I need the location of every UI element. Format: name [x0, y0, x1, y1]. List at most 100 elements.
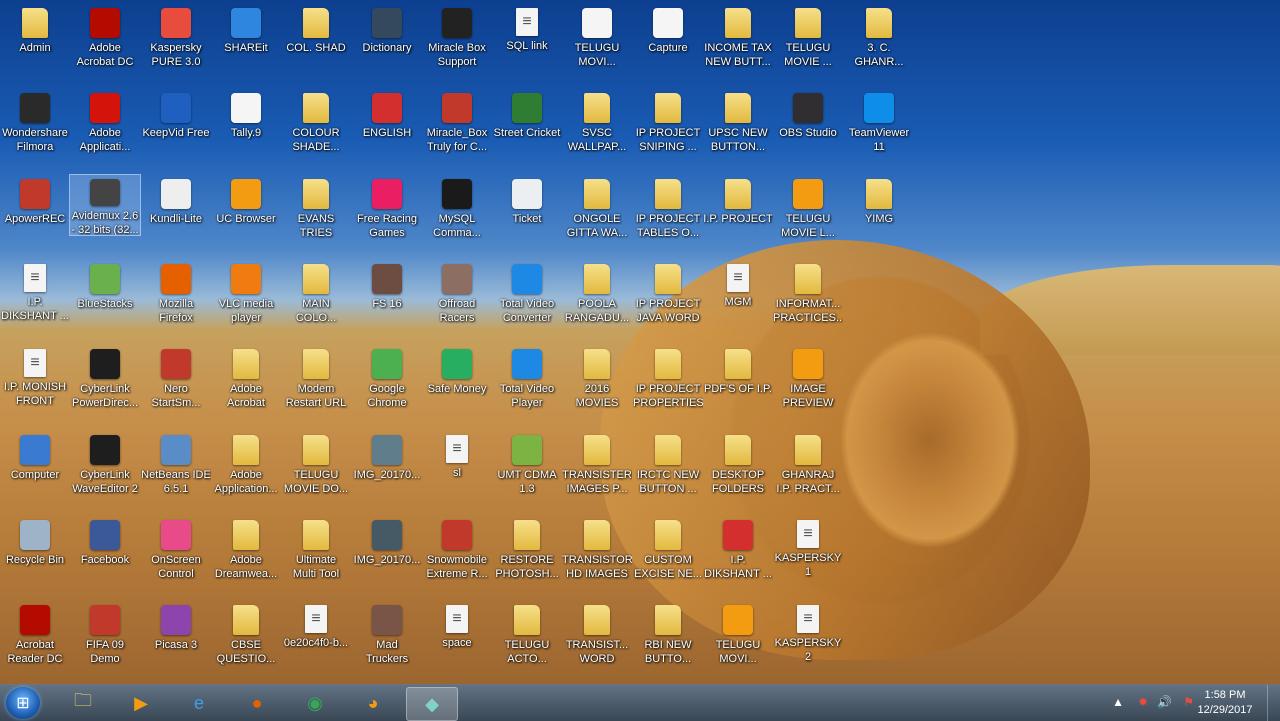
- desktop-icon[interactable]: POOLA RANGADU...: [562, 260, 632, 340]
- desktop-icon[interactable]: Admin: [0, 4, 70, 84]
- desktop-icon[interactable]: CyberLink PowerDirec...: [70, 345, 140, 425]
- desktop-icon[interactable]: TRANSISTER IMAGES P...: [562, 431, 632, 511]
- desktop-icon[interactable]: FS 16: [352, 260, 422, 340]
- desktop-icon[interactable]: ≡ 0e20c4f0-b...: [281, 601, 351, 681]
- desktop-icon[interactable]: Tally.9: [211, 89, 281, 169]
- desktop-icon[interactable]: 3. C. GHANR...: [844, 4, 914, 84]
- desktop-icon[interactable]: 2016 MOVIES WALLPAPE...: [562, 345, 632, 425]
- desktop-icon[interactable]: IMG_20170...: [352, 516, 422, 596]
- desktop-icon[interactable]: GHANRAJ I.P. PRACT...: [773, 431, 843, 511]
- desktop-icon[interactable]: COL. SHAD: [281, 4, 351, 84]
- taskbar-button[interactable]: ◉: [290, 687, 340, 719]
- desktop-icon[interactable]: CBSE QUESTIO...: [211, 601, 281, 681]
- desktop-icon[interactable]: Kundli-Lite: [141, 175, 211, 255]
- desktop-icon[interactable]: BlueStacks: [70, 260, 140, 340]
- taskbar-button[interactable]: e: [174, 687, 224, 719]
- desktop-icon[interactable]: Ultimate Multi Tool: [281, 516, 351, 596]
- taskbar-button[interactable]: ▶: [116, 687, 166, 719]
- desktop-icon[interactable]: Adobe Acrobat DC: [70, 4, 140, 84]
- desktop-icon[interactable]: ApowerREC: [0, 175, 70, 255]
- show-hidden-icons-icon[interactable]: ▲: [1112, 695, 1124, 709]
- desktop-icon[interactable]: ONGOLE GITTA WA...: [562, 175, 632, 255]
- desktop-icon[interactable]: MySQL Comma...: [422, 175, 492, 255]
- desktop-icon[interactable]: PDF'S OF I.P.: [703, 345, 773, 425]
- desktop-icon[interactable]: Adobe Applicati...: [70, 89, 140, 169]
- desktop-icon[interactable]: INCOME TAX NEW BUTT...: [703, 4, 773, 84]
- desktop-icon[interactable]: ≡ I.P. DIKSHANT ...: [0, 260, 70, 340]
- desktop-icon[interactable]: NetBeans IDE 6.5.1: [141, 431, 211, 511]
- desktop-icon[interactable]: Ticket: [492, 175, 562, 255]
- desktop-icon[interactable]: ≡ MGM: [703, 260, 773, 340]
- taskbar-button[interactable]: 🗀: [58, 687, 108, 719]
- desktop-icon[interactable]: RBI NEW BUTTO...: [633, 601, 703, 681]
- desktop-icon[interactable]: Total Video Converter: [492, 260, 562, 340]
- desktop-icon[interactable]: TELUGU ACTO...: [492, 601, 562, 681]
- desktop-icon[interactable]: EVANS TRIES AN O-LEVE...: [281, 175, 351, 255]
- desktop-icon[interactable]: Miracle Box Support: [422, 4, 492, 84]
- desktop-icon[interactable]: ENGLISH: [352, 89, 422, 169]
- desktop-icon[interactable]: TELUGU MOVI...: [562, 4, 632, 84]
- desktop-icon[interactable]: OBS Studio: [773, 89, 843, 169]
- desktop-icon[interactable]: Snowmobile Extreme R...: [422, 516, 492, 596]
- desktop-icon[interactable]: Google Chrome: [352, 345, 422, 425]
- desktop-icon[interactable]: IP PROJECT SNIPING ...: [633, 89, 703, 169]
- desktop-icon[interactable]: ≡ I.P. MONISH FRONT PAGE: [0, 345, 70, 425]
- desktop-icon[interactable]: UMT CDMA 1.3: [492, 431, 562, 511]
- desktop-icon[interactable]: Adobe Acrobat: [211, 345, 281, 425]
- desktop-icon[interactable]: IMG_20170...: [352, 431, 422, 511]
- tray-app-icon[interactable]: ✸: [1138, 695, 1148, 709]
- show-desktop-button[interactable]: [1267, 685, 1280, 721]
- taskbar-button[interactable]: ◆: [406, 687, 458, 721]
- desktop-icon[interactable]: I.P. PROJECT: [703, 175, 773, 255]
- desktop-icon[interactable]: Miracle_Box Truly for C...: [422, 89, 492, 169]
- desktop-icon[interactable]: UC Browser: [211, 175, 281, 255]
- desktop-icon[interactable]: YIMG: [844, 175, 914, 255]
- desktop-icon[interactable]: UPSC NEW BUTTON...: [703, 89, 773, 169]
- desktop-icon[interactable]: ≡ KASPERSKY 2: [773, 601, 843, 681]
- desktop-icon[interactable]: I.P. DIKSHANT ...: [703, 516, 773, 596]
- desktop-icon[interactable]: TELUGU MOVIE DO...: [281, 431, 351, 511]
- desktop-icon[interactable]: INFORMAT... PRACTICES...: [773, 260, 843, 340]
- desktop-icon[interactable]: Street Cricket: [492, 89, 562, 169]
- desktop-icon[interactable]: CyberLink WaveEditor 2: [70, 431, 140, 511]
- desktop-icon[interactable]: ≡ space: [422, 601, 492, 681]
- desktop-icon[interactable]: TRANSIST... WORD: [562, 601, 632, 681]
- desktop-icon[interactable]: Total Video Player: [492, 345, 562, 425]
- desktop-icon[interactable]: Picasa 3: [141, 601, 211, 681]
- desktop-icon[interactable]: ≡ SQL link: [492, 4, 562, 84]
- desktop-icon[interactable]: Avidemux 2.6 - 32 bits (32...: [69, 174, 141, 236]
- desktop-icon[interactable]: VLC media player: [211, 260, 281, 340]
- desktop-icon[interactable]: TELUGU MOVI...: [703, 601, 773, 681]
- volume-icon[interactable]: 🔊: [1157, 695, 1172, 709]
- desktop-icon[interactable]: Adobe Dreamwea...: [211, 516, 281, 596]
- taskbar-clock[interactable]: 1:58 PM 12/29/2017: [1190, 688, 1260, 718]
- desktop-icon[interactable]: Facebook: [70, 516, 140, 596]
- desktop-icon[interactable]: IP PROJECT TABLES O...: [633, 175, 703, 255]
- desktop-icon[interactable]: IP PROJECT PROPERTIES: [633, 345, 703, 425]
- desktop-icon[interactable]: TRANSISTOR HD IMAGES: [562, 516, 632, 596]
- desktop-icon[interactable]: RESTORE PHOTOSH...: [492, 516, 562, 596]
- desktop-icon[interactable]: Offroad Racers: [422, 260, 492, 340]
- desktop-icon[interactable]: ≡ KASPERSKY 1: [773, 516, 843, 596]
- start-button[interactable]: ⊞: [6, 687, 40, 719]
- desktop-icon[interactable]: Modem Restart URL: [281, 345, 351, 425]
- desktop-icon[interactable]: OnScreen Control: [141, 516, 211, 596]
- desktop-icon[interactable]: KeepVid Free: [141, 89, 211, 169]
- desktop-icon[interactable]: Acrobat Reader DC: [0, 601, 70, 681]
- desktop-icon[interactable]: IP PROJECT JAVA WORD: [633, 260, 703, 340]
- desktop-icon[interactable]: Capture: [633, 4, 703, 84]
- desktop-icon[interactable]: Nero StartSm...: [141, 345, 211, 425]
- desktop-icon[interactable]: TeamViewer 11: [844, 89, 914, 169]
- desktop-icon[interactable]: Adobe Application...: [211, 431, 281, 511]
- desktop-icon[interactable]: IRCTC NEW BUTTON ...: [633, 431, 703, 511]
- desktop-icon[interactable]: CUSTOM EXCISE NE...: [633, 516, 703, 596]
- desktop-icon[interactable]: Safe Money: [422, 345, 492, 425]
- desktop-icon[interactable]: Free Racing Games: [352, 175, 422, 255]
- desktop-icon[interactable]: FIFA 09 Demo: [70, 601, 140, 681]
- taskbar-button[interactable]: ◕: [348, 687, 398, 719]
- desktop-icon[interactable]: Mozilla Firefox: [141, 260, 211, 340]
- desktop-icon[interactable]: Dictionary: [352, 4, 422, 84]
- desktop-icon[interactable]: Computer: [0, 431, 70, 511]
- desktop-icon[interactable]: Recycle Bin: [0, 516, 70, 596]
- taskbar-button[interactable]: ●: [232, 687, 282, 719]
